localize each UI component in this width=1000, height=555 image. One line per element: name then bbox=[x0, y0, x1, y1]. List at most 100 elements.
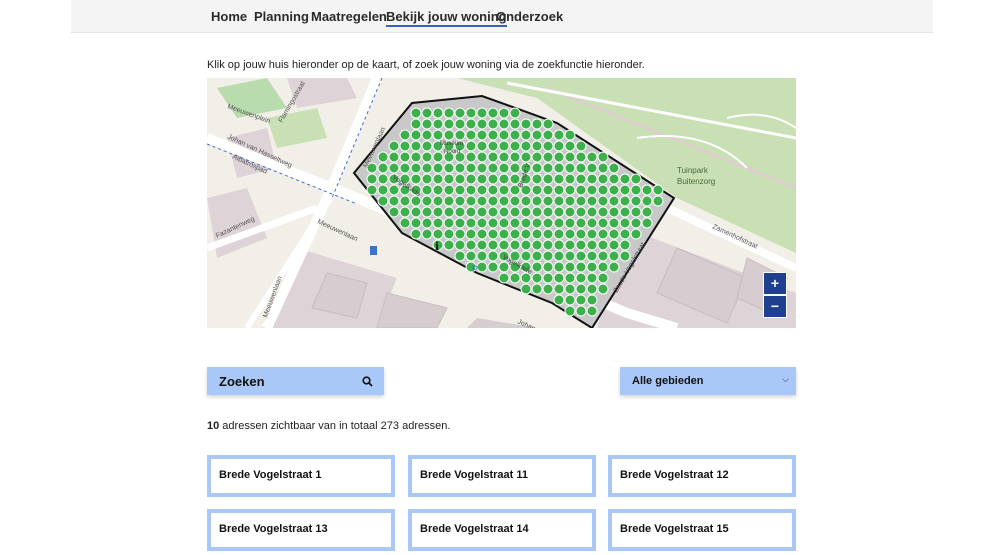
house-marker[interactable] bbox=[509, 107, 521, 119]
house-marker[interactable] bbox=[421, 173, 433, 185]
house-marker[interactable] bbox=[509, 272, 521, 284]
house-marker[interactable] bbox=[377, 173, 389, 185]
house-marker[interactable] bbox=[454, 239, 466, 251]
house-marker[interactable] bbox=[465, 228, 477, 240]
house-marker[interactable] bbox=[564, 173, 576, 185]
house-marker[interactable] bbox=[388, 195, 400, 207]
house-marker[interactable] bbox=[586, 250, 598, 262]
house-marker[interactable] bbox=[575, 184, 587, 196]
house-marker[interactable] bbox=[498, 228, 510, 240]
house-marker[interactable] bbox=[432, 184, 444, 196]
house-marker[interactable] bbox=[509, 239, 521, 251]
house-marker[interactable] bbox=[641, 206, 653, 218]
house-marker[interactable] bbox=[410, 206, 422, 218]
house-marker[interactable] bbox=[410, 217, 422, 229]
house-marker[interactable] bbox=[388, 206, 400, 218]
house-marker[interactable] bbox=[575, 140, 587, 152]
house-marker[interactable] bbox=[597, 162, 609, 174]
house-marker[interactable] bbox=[597, 206, 609, 218]
house-marker[interactable] bbox=[465, 184, 477, 196]
house-marker[interactable] bbox=[575, 228, 587, 240]
house-marker[interactable] bbox=[487, 129, 499, 141]
house-marker[interactable] bbox=[410, 129, 422, 141]
house-marker[interactable] bbox=[399, 129, 411, 141]
house-marker[interactable] bbox=[432, 206, 444, 218]
nav-home[interactable]: Home bbox=[211, 9, 247, 24]
house-marker[interactable] bbox=[630, 195, 642, 207]
house-marker[interactable] bbox=[531, 217, 543, 229]
address-card[interactable]: Brede Vogelstraat 13 bbox=[207, 509, 395, 551]
house-marker[interactable] bbox=[487, 173, 499, 185]
house-marker[interactable] bbox=[465, 162, 477, 174]
house-marker[interactable] bbox=[487, 228, 499, 240]
nav-onderzoek[interactable]: Onderzoek bbox=[496, 9, 563, 24]
house-marker[interactable] bbox=[399, 162, 411, 174]
house-marker[interactable] bbox=[531, 173, 543, 185]
house-marker[interactable] bbox=[575, 151, 587, 163]
house-marker[interactable] bbox=[509, 228, 521, 240]
house-marker[interactable] bbox=[377, 151, 389, 163]
house-marker[interactable] bbox=[586, 206, 598, 218]
house-marker[interactable] bbox=[399, 206, 411, 218]
house-marker[interactable] bbox=[575, 206, 587, 218]
house-marker[interactable] bbox=[520, 118, 532, 130]
house-marker[interactable] bbox=[410, 173, 422, 185]
house-marker[interactable] bbox=[454, 206, 466, 218]
house-marker[interactable] bbox=[531, 140, 543, 152]
house-marker[interactable] bbox=[388, 162, 400, 174]
house-marker[interactable] bbox=[553, 140, 565, 152]
house-marker[interactable] bbox=[531, 283, 543, 295]
house-marker[interactable] bbox=[498, 195, 510, 207]
house-marker[interactable] bbox=[608, 217, 620, 229]
house-marker[interactable] bbox=[564, 151, 576, 163]
house-marker[interactable] bbox=[465, 239, 477, 251]
house-marker[interactable] bbox=[564, 272, 576, 284]
house-marker[interactable] bbox=[597, 217, 609, 229]
house-marker[interactable] bbox=[531, 228, 543, 240]
house-marker[interactable] bbox=[553, 272, 565, 284]
address-card[interactable]: Brede Vogelstraat 1 bbox=[207, 455, 395, 497]
house-marker[interactable] bbox=[443, 162, 455, 174]
house-marker[interactable] bbox=[586, 151, 598, 163]
house-marker[interactable] bbox=[520, 228, 532, 240]
house-marker[interactable] bbox=[498, 272, 510, 284]
house-marker[interactable] bbox=[443, 228, 455, 240]
house-marker[interactable] bbox=[641, 184, 653, 196]
house-marker[interactable] bbox=[465, 151, 477, 163]
house-marker[interactable] bbox=[498, 206, 510, 218]
nav-planning[interactable]: Planning bbox=[254, 9, 309, 24]
house-marker[interactable] bbox=[498, 239, 510, 251]
house-marker[interactable] bbox=[432, 162, 444, 174]
house-marker[interactable] bbox=[542, 206, 554, 218]
house-marker[interactable] bbox=[597, 283, 609, 295]
house-marker[interactable] bbox=[509, 151, 521, 163]
house-marker[interactable] bbox=[608, 195, 620, 207]
house-marker[interactable] bbox=[487, 118, 499, 130]
address-card[interactable]: Brede Vogelstraat 12 bbox=[608, 455, 796, 497]
zoom-in-button[interactable]: + bbox=[763, 272, 787, 295]
house-marker[interactable] bbox=[443, 206, 455, 218]
house-marker[interactable] bbox=[465, 173, 477, 185]
house-marker[interactable] bbox=[465, 250, 477, 262]
house-marker[interactable] bbox=[498, 129, 510, 141]
map-canvas[interactable]: Meeuwenplein Flamingostraat Johan van Ha… bbox=[207, 78, 796, 328]
house-marker[interactable] bbox=[586, 294, 598, 306]
house-marker[interactable] bbox=[498, 261, 510, 273]
house-marker[interactable] bbox=[421, 217, 433, 229]
house-marker[interactable] bbox=[476, 162, 488, 174]
house-marker[interactable] bbox=[553, 239, 565, 251]
house-marker[interactable] bbox=[465, 206, 477, 218]
house-marker[interactable] bbox=[443, 195, 455, 207]
house-marker[interactable] bbox=[575, 261, 587, 273]
house-marker[interactable] bbox=[619, 239, 631, 251]
house-marker[interactable] bbox=[454, 107, 466, 119]
house-marker[interactable] bbox=[410, 195, 422, 207]
house-marker[interactable] bbox=[432, 118, 444, 130]
house-marker[interactable] bbox=[553, 261, 565, 273]
house-marker[interactable] bbox=[641, 195, 653, 207]
house-marker[interactable] bbox=[487, 206, 499, 218]
house-marker[interactable] bbox=[608, 184, 620, 196]
house-marker[interactable] bbox=[520, 140, 532, 152]
house-marker[interactable] bbox=[531, 195, 543, 207]
house-marker[interactable] bbox=[575, 272, 587, 284]
